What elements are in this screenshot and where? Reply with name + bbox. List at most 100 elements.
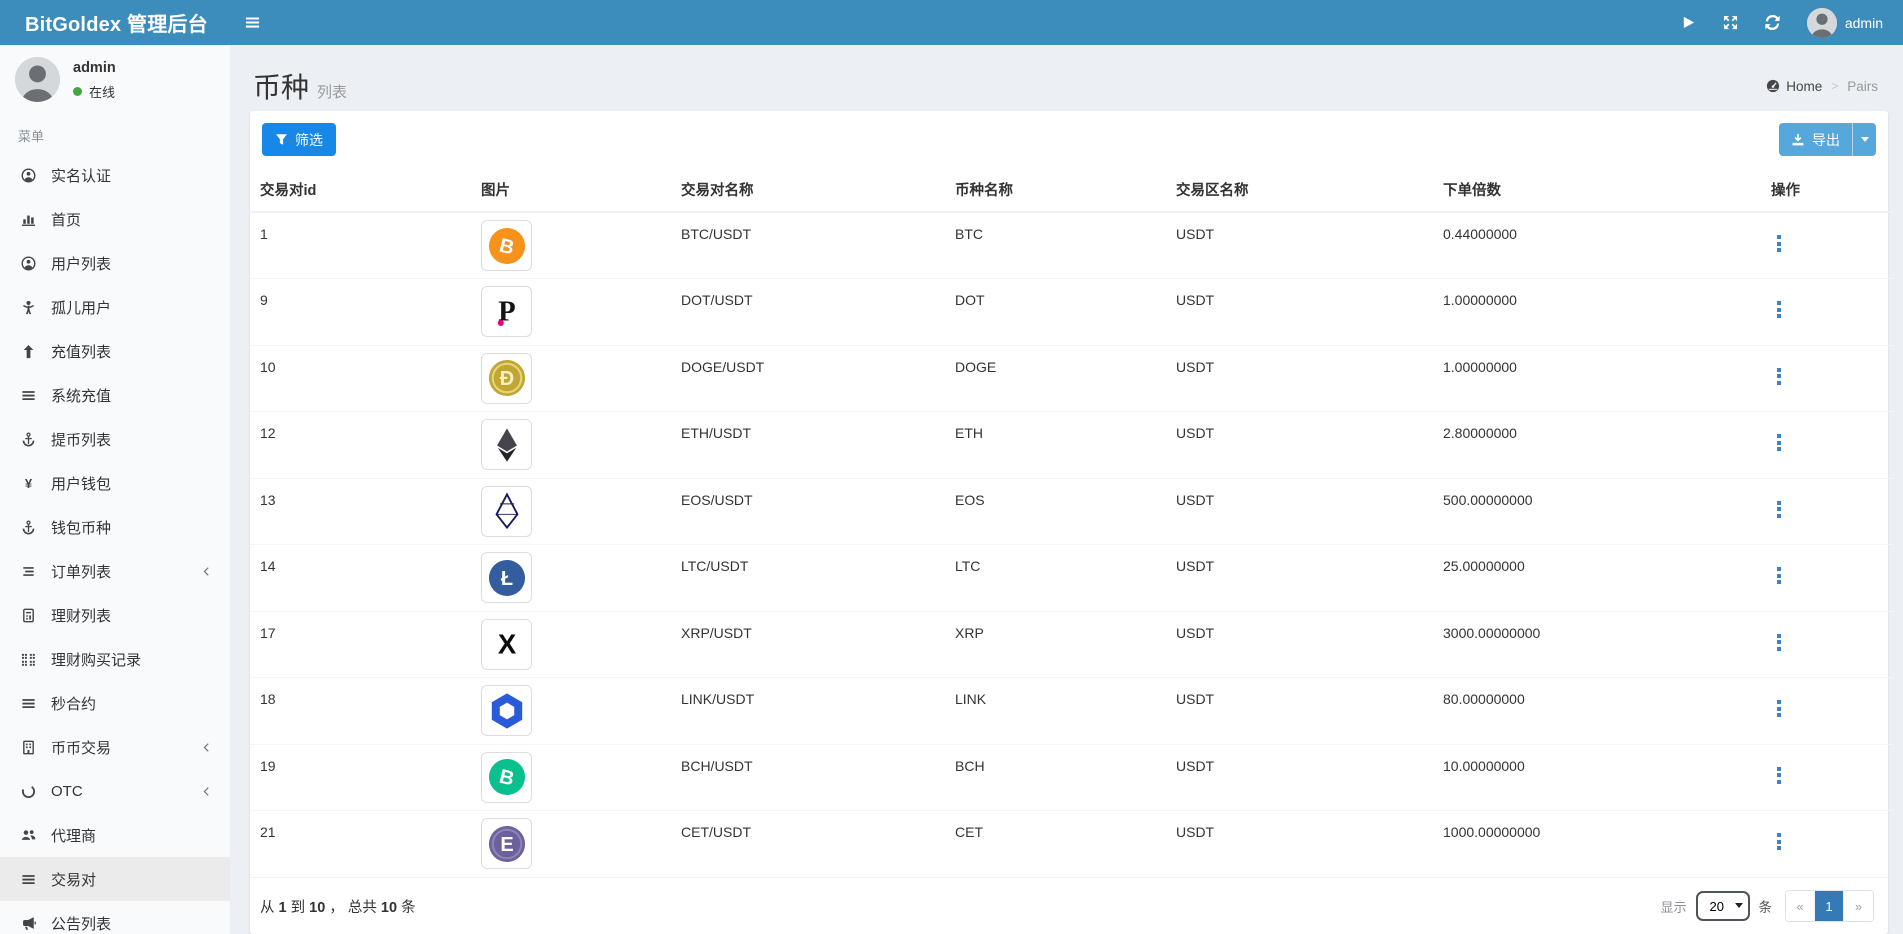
breadcrumb-home-link[interactable]: Home — [1766, 79, 1822, 94]
user-circle-icon — [18, 256, 38, 271]
expand-icon[interactable] — [1723, 15, 1738, 30]
svg-text:¥: ¥ — [24, 476, 32, 491]
pager-page-1-button[interactable]: 1 — [1815, 891, 1844, 921]
navbar-user-menu[interactable]: admin — [1806, 7, 1883, 38]
pager-prev-button[interactable]: « — [1786, 891, 1815, 921]
yen-icon: ¥ — [18, 476, 38, 491]
zone-name-cell: USDT — [1166, 478, 1433, 545]
anchor-icon — [18, 432, 38, 447]
page-title: 币种 列表 — [253, 72, 348, 103]
orphan-user-icon — [18, 300, 38, 315]
sidebar-item-label: 公告列表 — [51, 915, 112, 933]
sidebar-item-5[interactable]: 充值列表 — [0, 329, 230, 373]
pair-name-cell: CET/USDT — [681, 824, 751, 840]
export-button[interactable]: 导出 — [1779, 123, 1852, 156]
row-actions-menu-icon[interactable] — [1771, 233, 1787, 254]
row-actions-menu-icon[interactable] — [1771, 565, 1787, 586]
main-content: 币种 列表 Home > Pairs 筛选 导出 交易对id 图片 交易对名称 … — [230, 45, 1903, 934]
zone-name-cell: USDT — [1166, 677, 1433, 745]
sidebar-item-label: 用户列表 — [51, 255, 112, 273]
export-dropdown-toggle[interactable] — [1852, 123, 1876, 156]
sidebar: admin 在线 菜单 实名认证 首页 用户列表 孤儿用户 充值列表 系统充值 提币列表 ¥ 用… — [0, 45, 230, 934]
column-header: 交易对id — [250, 168, 471, 213]
svg-text:Ł: Ł — [500, 568, 512, 590]
column-header: 图片 — [471, 168, 671, 213]
sidebar-item-label: 订单列表 — [51, 563, 112, 581]
sidebar-item-11[interactable]: 理财列表 — [0, 593, 230, 637]
sidebar-item-15[interactable]: OTC — [0, 769, 230, 813]
brand-title[interactable]: BitGoldex 管理后台 — [0, 8, 230, 37]
list-stagger-icon — [18, 564, 38, 579]
user-circle-icon — [18, 168, 38, 183]
page-size-select[interactable]: 20 — [1695, 891, 1750, 921]
navbar-username: admin — [1844, 14, 1883, 31]
table-row: 12 ETH/USDT ETH USDT 2.80000000 — [250, 411, 1893, 479]
sidebar-user-status: 在线 — [73, 82, 116, 101]
sidebar-item-4[interactable]: 孤儿用户 — [0, 285, 230, 329]
svg-text:Ð: Ð — [499, 368, 513, 390]
filter-button[interactable]: 筛选 — [262, 123, 336, 156]
pair-image-cell — [471, 478, 671, 545]
pair-name-cell: DOT/USDT — [671, 278, 945, 346]
pair-image-cell — [471, 411, 671, 479]
chevron-left-icon — [201, 742, 212, 753]
sidebar-item-1[interactable]: 实名认证 — [0, 153, 230, 197]
sidebar-item-10[interactable]: 订单列表 — [0, 549, 230, 593]
menu-section-label: 菜单 — [18, 129, 45, 144]
top-navbar: BitGoldex 管理后台 admin — [0, 0, 1903, 45]
svg-text:E: E — [500, 834, 513, 856]
page-size-label: 显示 — [1660, 899, 1687, 915]
coin-name-cell: CET — [955, 824, 983, 840]
multiple-cell: 1.00000000 — [1433, 345, 1761, 412]
pair-name-cell: LTC/USDT — [671, 544, 945, 612]
row-actions-menu-icon[interactable] — [1771, 831, 1787, 852]
pair-name-cell: ETH/USDT — [671, 411, 945, 479]
pager-next-button[interactable]: » — [1844, 891, 1873, 921]
row-actions-menu-icon[interactable] — [1771, 432, 1787, 453]
multiple-cell: 2.80000000 — [1433, 411, 1761, 479]
row-actions-menu-icon[interactable] — [1771, 366, 1787, 387]
sidebar-item-2[interactable]: 首页 — [0, 197, 230, 241]
table-row: 13 EOS/USDT EOS USDT 500.00000000 — [250, 478, 1893, 545]
pair-id-cell: 13 — [250, 478, 471, 545]
sidebar-item-16[interactable]: 代理商 — [0, 813, 230, 857]
sidebar-item-7[interactable]: 提币列表 — [0, 417, 230, 461]
table-row: 17 X XRP/USDT XRP USDT 3000.00000000 — [250, 611, 1893, 678]
pair-id-cell: 12 — [250, 411, 471, 479]
pair-id-cell: 10 — [250, 345, 471, 412]
sidebar-item-3[interactable]: 用户列表 — [0, 241, 230, 285]
sidebar-item-label: 用户钱包 — [51, 475, 112, 493]
sidebar-item-label: 钱包币种 — [51, 519, 112, 537]
sidebar-item-8[interactable]: ¥ 用户钱包 — [0, 461, 230, 505]
row-actions-menu-icon[interactable] — [1771, 698, 1787, 719]
pair-id-cell: 9 — [250, 278, 471, 346]
multiple-cell: 1000.00000000 — [1443, 824, 1541, 840]
home-icon — [1766, 79, 1780, 93]
chevron-left-icon — [201, 566, 212, 577]
table-row: 10 Ð DOGE/USDT DOGE USDT 1.00000000 — [250, 345, 1893, 412]
sidebar-item-13[interactable]: 秒合约 — [0, 681, 230, 725]
row-actions-menu-icon[interactable] — [1771, 299, 1787, 320]
row-actions-menu-icon[interactable] — [1771, 765, 1787, 786]
pair-name-cell: LINK/USDT — [671, 677, 945, 745]
zone-name-cell: USDT — [1176, 824, 1215, 840]
row-actions-menu-icon[interactable] — [1771, 632, 1787, 653]
pairs-table: 交易对id 图片 交易对名称 币种名称 交易区名称 下单倍数 操作 1 B BTC/USDT BT… — [250, 168, 1893, 877]
sidebar-item-9[interactable]: 钱包币种 — [0, 505, 230, 549]
sidebar-item-14[interactable]: 币币交易 — [0, 725, 230, 769]
refresh-icon[interactable] — [1765, 15, 1780, 30]
users-icon — [18, 828, 38, 843]
pair-id-cell: 17 — [250, 611, 471, 678]
sidebar-item-label: OTC — [51, 782, 83, 800]
actions-cell — [1761, 212, 1893, 279]
sidebar-item-17[interactable]: 交易对 — [0, 857, 230, 901]
hamburger-icon[interactable] — [230, 0, 275, 45]
svg-text:X: X — [497, 629, 516, 660]
column-header: 交易区名称 — [1166, 168, 1433, 213]
play-icon[interactable] — [1681, 15, 1696, 30]
sidebar-item-6[interactable]: 系统充值 — [0, 373, 230, 417]
sidebar-item-12[interactable]: 理财购买记录 — [0, 637, 230, 681]
row-actions-menu-icon[interactable] — [1771, 499, 1787, 520]
zone-name-cell: USDT — [1166, 212, 1433, 279]
sidebar-item-18[interactable]: 公告列表 — [0, 901, 230, 934]
